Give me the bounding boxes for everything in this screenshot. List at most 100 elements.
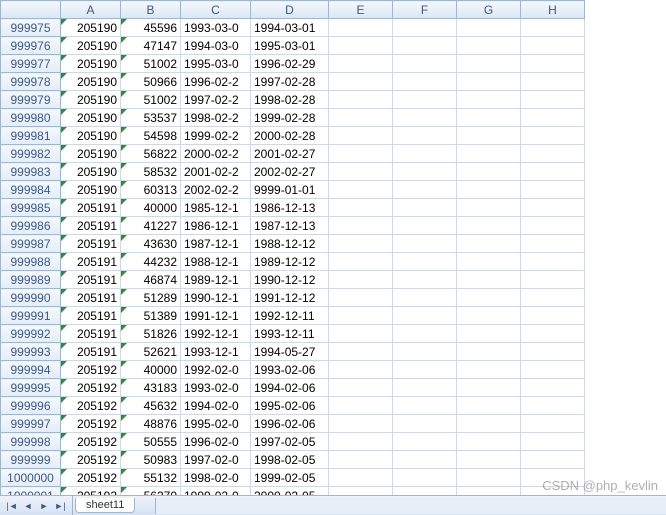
cell[interactable]: 2001-02-27 xyxy=(251,145,329,163)
cell[interactable]: 205190 xyxy=(61,91,121,109)
cell[interactable]: 40000 xyxy=(121,361,181,379)
cell[interactable] xyxy=(521,55,585,73)
cell[interactable]: 50966 xyxy=(121,73,181,91)
cell[interactable] xyxy=(521,415,585,433)
row-header[interactable]: 999995 xyxy=(1,379,61,397)
cell[interactable]: 205192 xyxy=(61,469,121,487)
cell[interactable]: 41227 xyxy=(121,217,181,235)
cell[interactable] xyxy=(457,253,521,271)
cell[interactable] xyxy=(393,343,457,361)
cell[interactable]: 205191 xyxy=(61,271,121,289)
cell[interactable] xyxy=(521,433,585,451)
cell[interactable] xyxy=(457,433,521,451)
cell[interactable]: 1995-03-0 xyxy=(181,55,251,73)
cell[interactable] xyxy=(329,397,393,415)
row-header[interactable]: 999977 xyxy=(1,55,61,73)
cell[interactable]: 205191 xyxy=(61,217,121,235)
cell[interactable] xyxy=(521,91,585,109)
cell[interactable] xyxy=(457,37,521,55)
cell[interactable]: 205192 xyxy=(61,379,121,397)
cell[interactable]: 1993-02-0 xyxy=(181,379,251,397)
cell[interactable] xyxy=(329,361,393,379)
cell[interactable]: 205191 xyxy=(61,343,121,361)
row-header[interactable]: 1000000 xyxy=(1,469,61,487)
cell[interactable]: 1986-12-13 xyxy=(251,199,329,217)
cell[interactable] xyxy=(393,127,457,145)
cell[interactable]: 1989-12-1 xyxy=(181,271,251,289)
cell[interactable] xyxy=(457,217,521,235)
cell[interactable] xyxy=(457,361,521,379)
cell[interactable] xyxy=(521,361,585,379)
cell[interactable] xyxy=(521,145,585,163)
cell[interactable]: 205192 xyxy=(61,433,121,451)
row-header[interactable]: 999991 xyxy=(1,307,61,325)
cell[interactable] xyxy=(457,73,521,91)
cell[interactable] xyxy=(457,397,521,415)
cell[interactable] xyxy=(393,415,457,433)
cell[interactable]: 1987-12-13 xyxy=(251,217,329,235)
cell[interactable]: 46874 xyxy=(121,271,181,289)
cell[interactable] xyxy=(521,19,585,37)
cell[interactable]: 205190 xyxy=(61,181,121,199)
cell[interactable]: 1994-03-01 xyxy=(251,19,329,37)
cell[interactable] xyxy=(393,379,457,397)
cell[interactable] xyxy=(329,145,393,163)
col-header-B[interactable]: B xyxy=(121,1,181,19)
cell[interactable] xyxy=(457,235,521,253)
cell[interactable]: 205190 xyxy=(61,19,121,37)
cell[interactable]: 1991-12-12 xyxy=(251,289,329,307)
col-header-F[interactable]: F xyxy=(393,1,457,19)
cell[interactable] xyxy=(393,19,457,37)
cell[interactable] xyxy=(521,451,585,469)
cell[interactable]: 51002 xyxy=(121,91,181,109)
cell[interactable]: 51826 xyxy=(121,325,181,343)
cell[interactable]: 1997-02-2 xyxy=(181,91,251,109)
cell[interactable]: 1996-02-2 xyxy=(181,73,251,91)
cell[interactable] xyxy=(329,127,393,145)
cell[interactable]: 1988-12-12 xyxy=(251,235,329,253)
cell[interactable]: 56822 xyxy=(121,145,181,163)
cell[interactable]: 205190 xyxy=(61,55,121,73)
cell[interactable]: 9999-01-01 xyxy=(251,181,329,199)
row-header[interactable]: 999992 xyxy=(1,325,61,343)
cell[interactable]: 1993-03-0 xyxy=(181,19,251,37)
cell[interactable]: 1993-12-11 xyxy=(251,325,329,343)
cell[interactable]: 1986-12-1 xyxy=(181,217,251,235)
row-header[interactable]: 999989 xyxy=(1,271,61,289)
cell[interactable] xyxy=(521,127,585,145)
cell[interactable] xyxy=(393,235,457,253)
select-all-corner[interactable] xyxy=(1,1,61,19)
cell[interactable] xyxy=(457,325,521,343)
cell[interactable]: 205190 xyxy=(61,127,121,145)
cell[interactable]: 205191 xyxy=(61,289,121,307)
cell[interactable] xyxy=(393,307,457,325)
col-header-E[interactable]: E xyxy=(329,1,393,19)
cell[interactable] xyxy=(521,37,585,55)
cell[interactable]: 1999-02-28 xyxy=(251,109,329,127)
cell[interactable]: 205191 xyxy=(61,307,121,325)
cell[interactable] xyxy=(393,451,457,469)
cell[interactable]: 1999-02-2 xyxy=(181,127,251,145)
cell[interactable] xyxy=(329,289,393,307)
cell[interactable] xyxy=(457,163,521,181)
cell[interactable] xyxy=(393,145,457,163)
cell[interactable]: 205192 xyxy=(61,451,121,469)
cell[interactable] xyxy=(521,163,585,181)
cell[interactable]: 53537 xyxy=(121,109,181,127)
nav-first-icon[interactable]: |◄ xyxy=(4,498,20,514)
cell[interactable] xyxy=(329,307,393,325)
cell[interactable] xyxy=(393,253,457,271)
cell[interactable] xyxy=(457,145,521,163)
cell[interactable]: 1989-12-12 xyxy=(251,253,329,271)
cell[interactable]: 43183 xyxy=(121,379,181,397)
cell[interactable]: 44232 xyxy=(121,253,181,271)
row-header[interactable]: 999979 xyxy=(1,91,61,109)
cell[interactable] xyxy=(457,271,521,289)
row-header[interactable]: 999975 xyxy=(1,19,61,37)
col-header-C[interactable]: C xyxy=(181,1,251,19)
cell[interactable] xyxy=(329,163,393,181)
row-header[interactable]: 999994 xyxy=(1,361,61,379)
cell[interactable] xyxy=(393,217,457,235)
cell[interactable] xyxy=(521,307,585,325)
nav-last-icon[interactable]: ►| xyxy=(52,498,68,514)
